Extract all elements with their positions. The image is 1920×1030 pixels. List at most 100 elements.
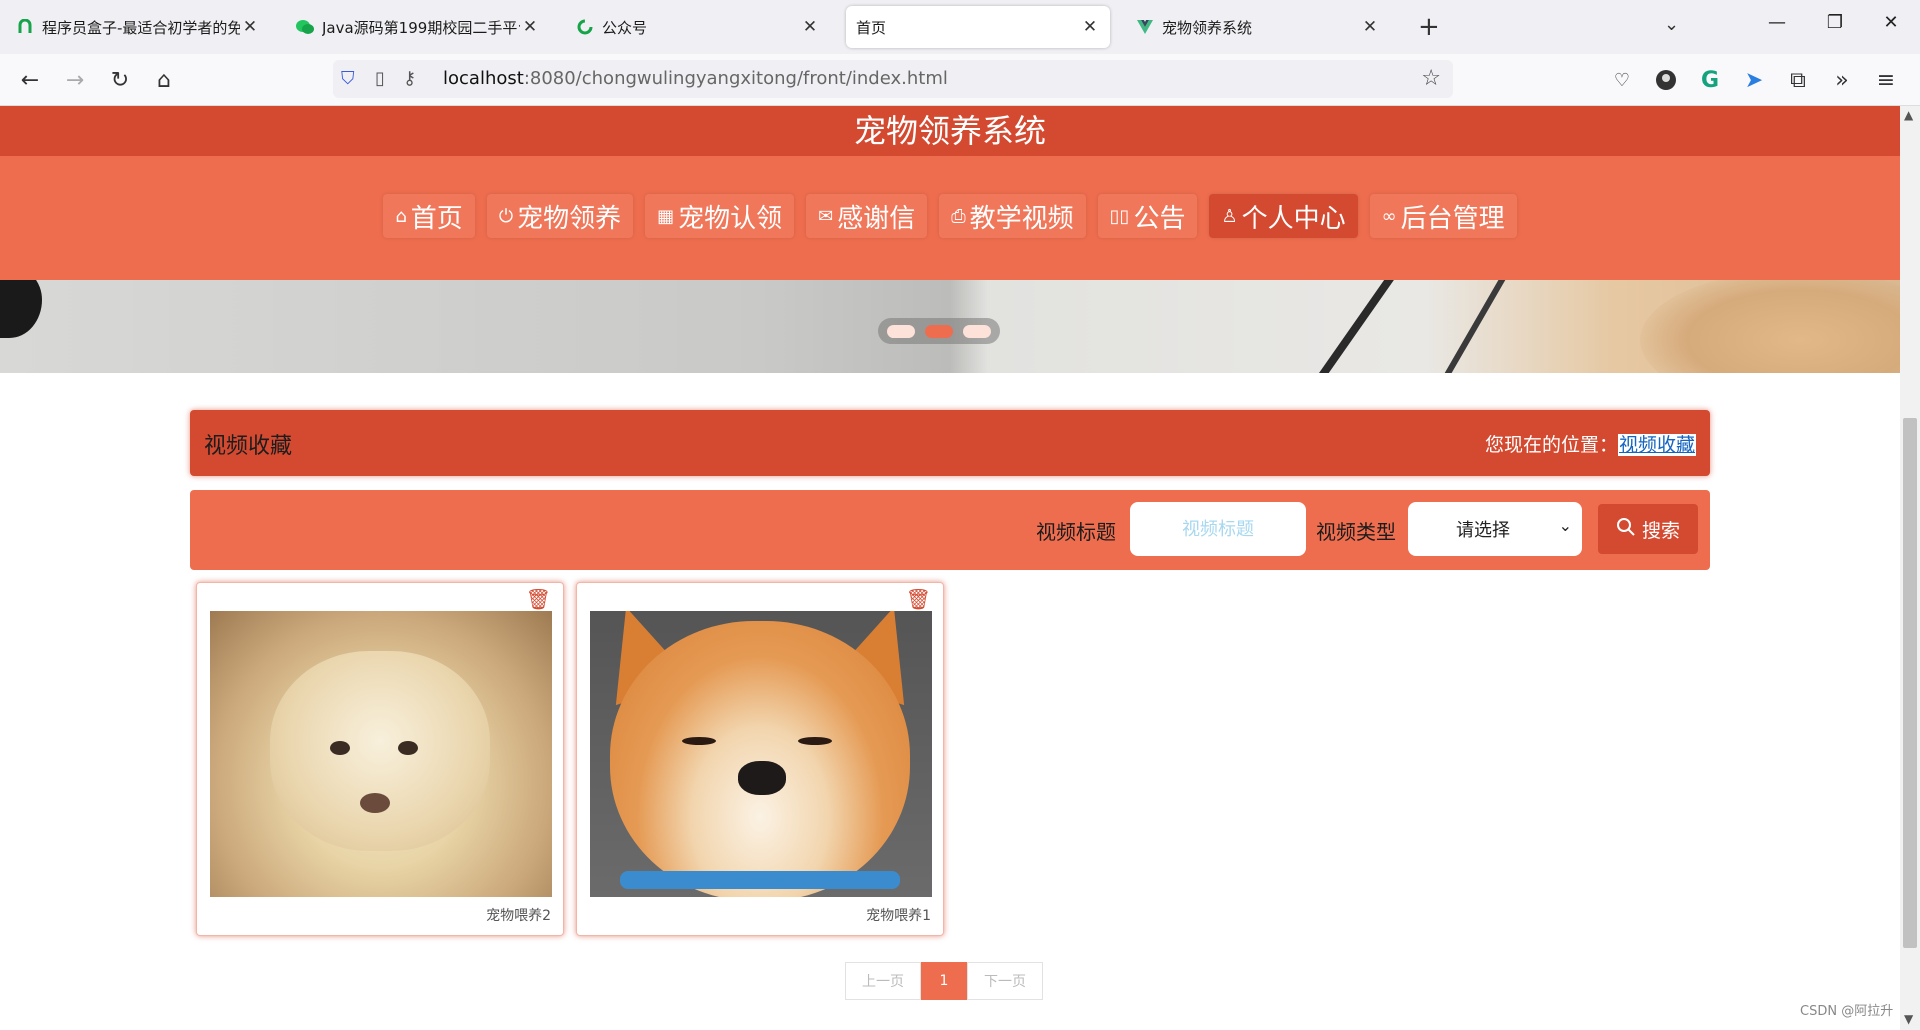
close-icon[interactable]: ✕ xyxy=(800,17,820,37)
menu-item-notice[interactable]: ▯▯ 公告 xyxy=(1097,194,1198,238)
next-page-button[interactable]: 下一页 xyxy=(967,962,1043,1000)
page-number-current[interactable]: 1 xyxy=(921,962,967,1000)
url-path: :8080/chongwulingyangxitong/front/index.… xyxy=(523,68,948,89)
card-caption: 宠物喂养1 xyxy=(866,908,931,924)
chevron-down-icon: ⌄ xyxy=(1558,516,1572,535)
power-icon: ⏻ xyxy=(498,205,514,227)
menu-item-home[interactable]: ⌂ 首页 xyxy=(383,194,475,238)
watermark: CSDN @阿拉升 xyxy=(1800,1004,1894,1019)
search-button-label: 搜索 xyxy=(1641,519,1680,542)
menu-item-label: 公告 xyxy=(1133,203,1186,234)
back-arrow-icon[interactable]: ← xyxy=(16,66,44,94)
search-button[interactable]: 搜索 xyxy=(1598,504,1698,554)
window-close-icon[interactable]: ✕ xyxy=(1876,12,1906,33)
shiba-nose xyxy=(738,761,786,795)
forward-arrow-icon[interactable]: → xyxy=(61,66,89,94)
select-value: 请选择 xyxy=(1456,520,1510,541)
menu-item-label: 首页 xyxy=(410,203,463,234)
browser-tab-4[interactable]: 首页 ✕ xyxy=(846,6,1110,48)
location-prefix: 您现在的位置： xyxy=(1484,434,1618,456)
video-type-label: 视频类型 xyxy=(1316,520,1396,544)
shiba-eye xyxy=(682,737,716,745)
video-type-select[interactable]: 请选择 ⌄ xyxy=(1408,502,1582,556)
breadcrumb: 视频收藏 您现在的位置：视频收藏 xyxy=(190,410,1710,476)
restore-icon[interactable]: ❐ xyxy=(1820,12,1850,33)
carousel-dot-active[interactable] xyxy=(925,324,953,338)
puppy-eye xyxy=(330,741,350,755)
video-card[interactable]: 🗑 宠物喂养1 xyxy=(576,582,944,936)
reload-icon[interactable]: ↻ xyxy=(106,66,134,94)
home-icon[interactable]: ⌂ xyxy=(150,66,178,94)
close-icon[interactable]: ✕ xyxy=(1360,17,1380,37)
main-menu: ⌂ 首页 ⏻ 宠物领养 ▦ 宠物认领 ✉ 感谢信 ⎙ 教学视频 ▯▯ 公告 ♙ 个人中心 ∞ 后… xyxy=(0,194,1900,238)
puppy-photo[interactable] xyxy=(210,611,552,897)
url-host: localhost xyxy=(443,68,524,89)
menu-item-thanks[interactable]: ✉ 感谢信 xyxy=(806,194,928,238)
site-title: 宠物领养系统 xyxy=(0,106,1900,156)
browser-toolbar: ← → ↻ ⌂ ⛉ ▯ ⚷ localhost:8080/chongwuling… xyxy=(0,54,1920,106)
carousel-dot[interactable] xyxy=(963,324,991,338)
vue-icon xyxy=(1136,18,1154,36)
extension-avatar-icon[interactable] xyxy=(1652,66,1680,94)
key-icon[interactable]: ⚷ xyxy=(403,68,416,89)
prev-page-button[interactable]: 上一页 xyxy=(845,962,921,1000)
close-icon[interactable]: ✕ xyxy=(1080,17,1100,37)
carousel-dot[interactable] xyxy=(887,324,915,338)
new-tab-icon[interactable]: + xyxy=(1418,12,1440,42)
box-icon xyxy=(16,18,34,36)
shiba-eye xyxy=(798,737,832,745)
tab-title: 程序员盒子-最适合初学者的免费 xyxy=(42,18,240,37)
scroll-down-icon[interactable]: ▼ xyxy=(1904,1012,1913,1026)
menu-item-label: 个人中心 xyxy=(1241,203,1346,234)
mail-icon: ✉ xyxy=(818,205,834,227)
menu-item-admin[interactable]: ∞ 后台管理 xyxy=(1369,194,1517,238)
close-icon[interactable]: ✕ xyxy=(240,17,260,37)
menu-item-adoption[interactable]: ⏻ 宠物领养 xyxy=(486,194,634,238)
bookmark-star-icon[interactable]: ☆ xyxy=(1421,66,1441,91)
tab-title: 首页 xyxy=(856,18,887,37)
close-icon[interactable]: ✕ xyxy=(520,17,540,37)
carousel-banner[interactable] xyxy=(0,280,1900,373)
video-title-input[interactable] xyxy=(1130,502,1306,556)
page-icon: ▯ xyxy=(375,68,385,89)
address-bar[interactable]: ⛉ ▯ ⚷ localhost:8080/chongwulingyangxito… xyxy=(333,60,1453,98)
minimize-icon[interactable]: — xyxy=(1762,12,1792,33)
menu-item-label: 感谢信 xyxy=(837,203,916,234)
menu-item-profile[interactable]: ♙ 个人中心 xyxy=(1209,194,1358,238)
chevron-down-icon[interactable]: ⌄ xyxy=(1664,14,1679,35)
page-scrollbar[interactable]: ▲ ▼ xyxy=(1900,106,1920,1030)
browser-tab-1[interactable]: 程序员盒子-最适合初学者的免费 ✕ xyxy=(6,6,270,48)
card-caption: 宠物喂养2 xyxy=(486,908,551,924)
url-text[interactable]: localhost:8080/chongwulingyangxitong/fro… xyxy=(443,68,948,89)
cursor-icon[interactable]: ➤ xyxy=(1740,66,1768,94)
menu-item-label: 宠物认领 xyxy=(678,203,783,234)
scroll-up-icon[interactable]: ▲ xyxy=(1904,108,1913,122)
shiba-photo[interactable] xyxy=(590,611,932,897)
overflow-chevrons-icon[interactable]: » xyxy=(1828,66,1856,94)
shiba-collar xyxy=(620,871,900,889)
banner-image-stick xyxy=(1435,280,1511,373)
main-menu-band: ⌂ 首页 ⏻ 宠物领养 ▦ 宠物认领 ✉ 感谢信 ⎙ 教学视频 ▯▯ 公告 ♙ 个人中心 ∞ 后… xyxy=(0,156,1900,280)
tab-title: Java源码第199期校园二手平台 xyxy=(322,18,520,37)
browser-tab-3[interactable]: 公众号 ✕ xyxy=(566,6,830,48)
banner-image-fur xyxy=(1640,280,1900,373)
video-card[interactable]: 🗑 宠物喂养2 xyxy=(196,582,564,936)
browser-tab-2[interactable]: Java源码第199期校园二手平台 ✕ xyxy=(286,6,550,48)
scrollbar-thumb[interactable] xyxy=(1903,418,1917,948)
web-page: 宠物领养系统 ⌂ 首页 ⏻ 宠物领养 ▦ 宠物认领 ✉ 感谢信 ⎙ 教学视频 ▯▯ 公告 ♙… xyxy=(0,106,1900,1030)
pocket-icon[interactable]: ♡ xyxy=(1608,66,1636,94)
trash-icon[interactable]: 🗑 xyxy=(906,587,931,611)
shiba-face xyxy=(610,621,910,897)
hamburger-menu-icon[interactable]: ≡ xyxy=(1872,66,1900,94)
menu-item-videos[interactable]: ⎙ 教学视频 xyxy=(939,194,1086,238)
user-icon: ♙ xyxy=(1221,205,1238,227)
trash-icon[interactable]: 🗑 xyxy=(526,587,551,611)
location-link[interactable]: 视频收藏 xyxy=(1617,434,1696,456)
puppy-head xyxy=(270,651,490,851)
browser-tab-5[interactable]: 宠物领养系统 ✕ xyxy=(1126,6,1390,48)
shield-icon[interactable]: ⛉ xyxy=(341,68,355,89)
puzzle-icon[interactable]: ⧉ xyxy=(1784,66,1812,94)
menu-item-claim[interactable]: ▦ 宠物认领 xyxy=(645,194,795,238)
grammarly-icon[interactable]: G xyxy=(1696,66,1724,94)
link-icon: ∞ xyxy=(1381,205,1397,227)
